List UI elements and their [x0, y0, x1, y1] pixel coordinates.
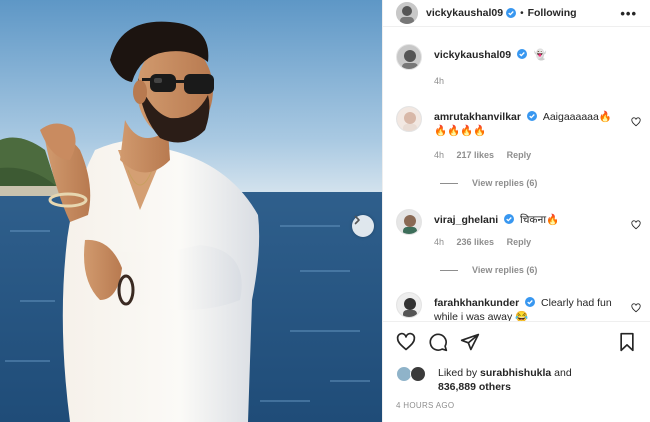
comment-time: 4h: [434, 150, 445, 160]
photo-illustration: [0, 0, 382, 422]
heart-icon[interactable]: [631, 303, 641, 313]
commenter-username[interactable]: amrutakhanvilkar: [434, 111, 521, 123]
reply-button[interactable]: Reply: [507, 150, 532, 160]
liked-by-prefix: Liked by: [438, 367, 478, 379]
caption-avatar[interactable]: [396, 44, 422, 70]
comment-text: Clearly had fun: [541, 297, 612, 309]
liked-by-connector: and: [554, 367, 572, 379]
comments-list: vickykaushal09 👻 4h amrutakhanvilkar Aai…: [383, 28, 650, 322]
post-photo[interactable]: [0, 0, 382, 422]
likes-count[interactable]: 836,889 others: [438, 381, 511, 393]
commenter-username[interactable]: farahkhankunder: [434, 297, 519, 309]
verified-badge-icon: [516, 49, 527, 59]
caption-username[interactable]: vickykaushal09: [434, 49, 511, 61]
commenter-username[interactable]: viraj_ghelani: [434, 214, 498, 226]
post-header: vickykaushal09 • Following •••: [383, 0, 650, 27]
header-separator: •: [520, 7, 524, 19]
commenter-avatar[interactable]: [396, 209, 422, 235]
liked-by-user[interactable]: surabhishukla: [480, 367, 551, 379]
verified-badge-icon: [525, 297, 536, 307]
view-replies-label: View replies (6): [472, 265, 538, 275]
comment-text: Aaigaaaaaa🔥: [542, 111, 612, 123]
post-side-panel: vickykaushal09 • Following ••• vickykaus…: [382, 0, 650, 422]
comment-likes[interactable]: 217 likes: [457, 150, 495, 160]
comment-text-line2: 🔥🔥🔥🔥: [434, 125, 487, 137]
chevron-right-icon: [354, 215, 360, 225]
reply-button[interactable]: Reply: [507, 237, 532, 247]
author-avatar[interactable]: [396, 2, 418, 24]
caption-time: 4h: [434, 76, 445, 86]
verified-badge-icon: [526, 111, 537, 121]
comment-likes[interactable]: 236 likes: [457, 237, 495, 247]
comment-text-line2: while i was away 😂: [434, 311, 529, 322]
view-replies-label: View replies (6): [472, 178, 538, 188]
action-bar: [383, 330, 650, 354]
liker-avatars[interactable]: [396, 366, 428, 382]
following-button[interactable]: Following: [528, 7, 577, 19]
commenter-avatar[interactable]: [396, 106, 422, 132]
more-options-icon[interactable]: •••: [620, 6, 637, 21]
comment-icon[interactable]: [428, 332, 448, 352]
comment-text: चिकना🔥: [520, 214, 560, 226]
verified-badge-icon: [504, 214, 515, 224]
paper-plane-icon[interactable]: [460, 332, 480, 352]
replies-divider: [440, 269, 458, 271]
comment-time: 4h: [434, 237, 445, 247]
heart-icon[interactable]: [396, 332, 416, 352]
post-timestamp: 4 HOURS AGO: [396, 401, 455, 410]
liker-avatar: [410, 366, 426, 382]
commenter-avatar[interactable]: [396, 292, 422, 318]
bookmark-icon[interactable]: [617, 332, 637, 352]
instagram-post: vickykaushal09 • Following ••• vickykaus…: [0, 0, 650, 422]
view-replies-button[interactable]: View replies (6): [440, 265, 537, 275]
heart-icon[interactable]: [631, 117, 641, 127]
likes-summary: Liked by surabhishukla and 836,889 other…: [396, 364, 646, 394]
verified-badge-icon: [506, 8, 517, 18]
next-photo-button[interactable]: [352, 215, 374, 237]
author-username[interactable]: vickykaushal09: [426, 7, 503, 19]
replies-divider: [440, 182, 458, 184]
caption-text: 👻: [533, 49, 547, 61]
view-replies-button[interactable]: View replies (6): [440, 178, 537, 188]
heart-icon[interactable]: [631, 220, 641, 230]
